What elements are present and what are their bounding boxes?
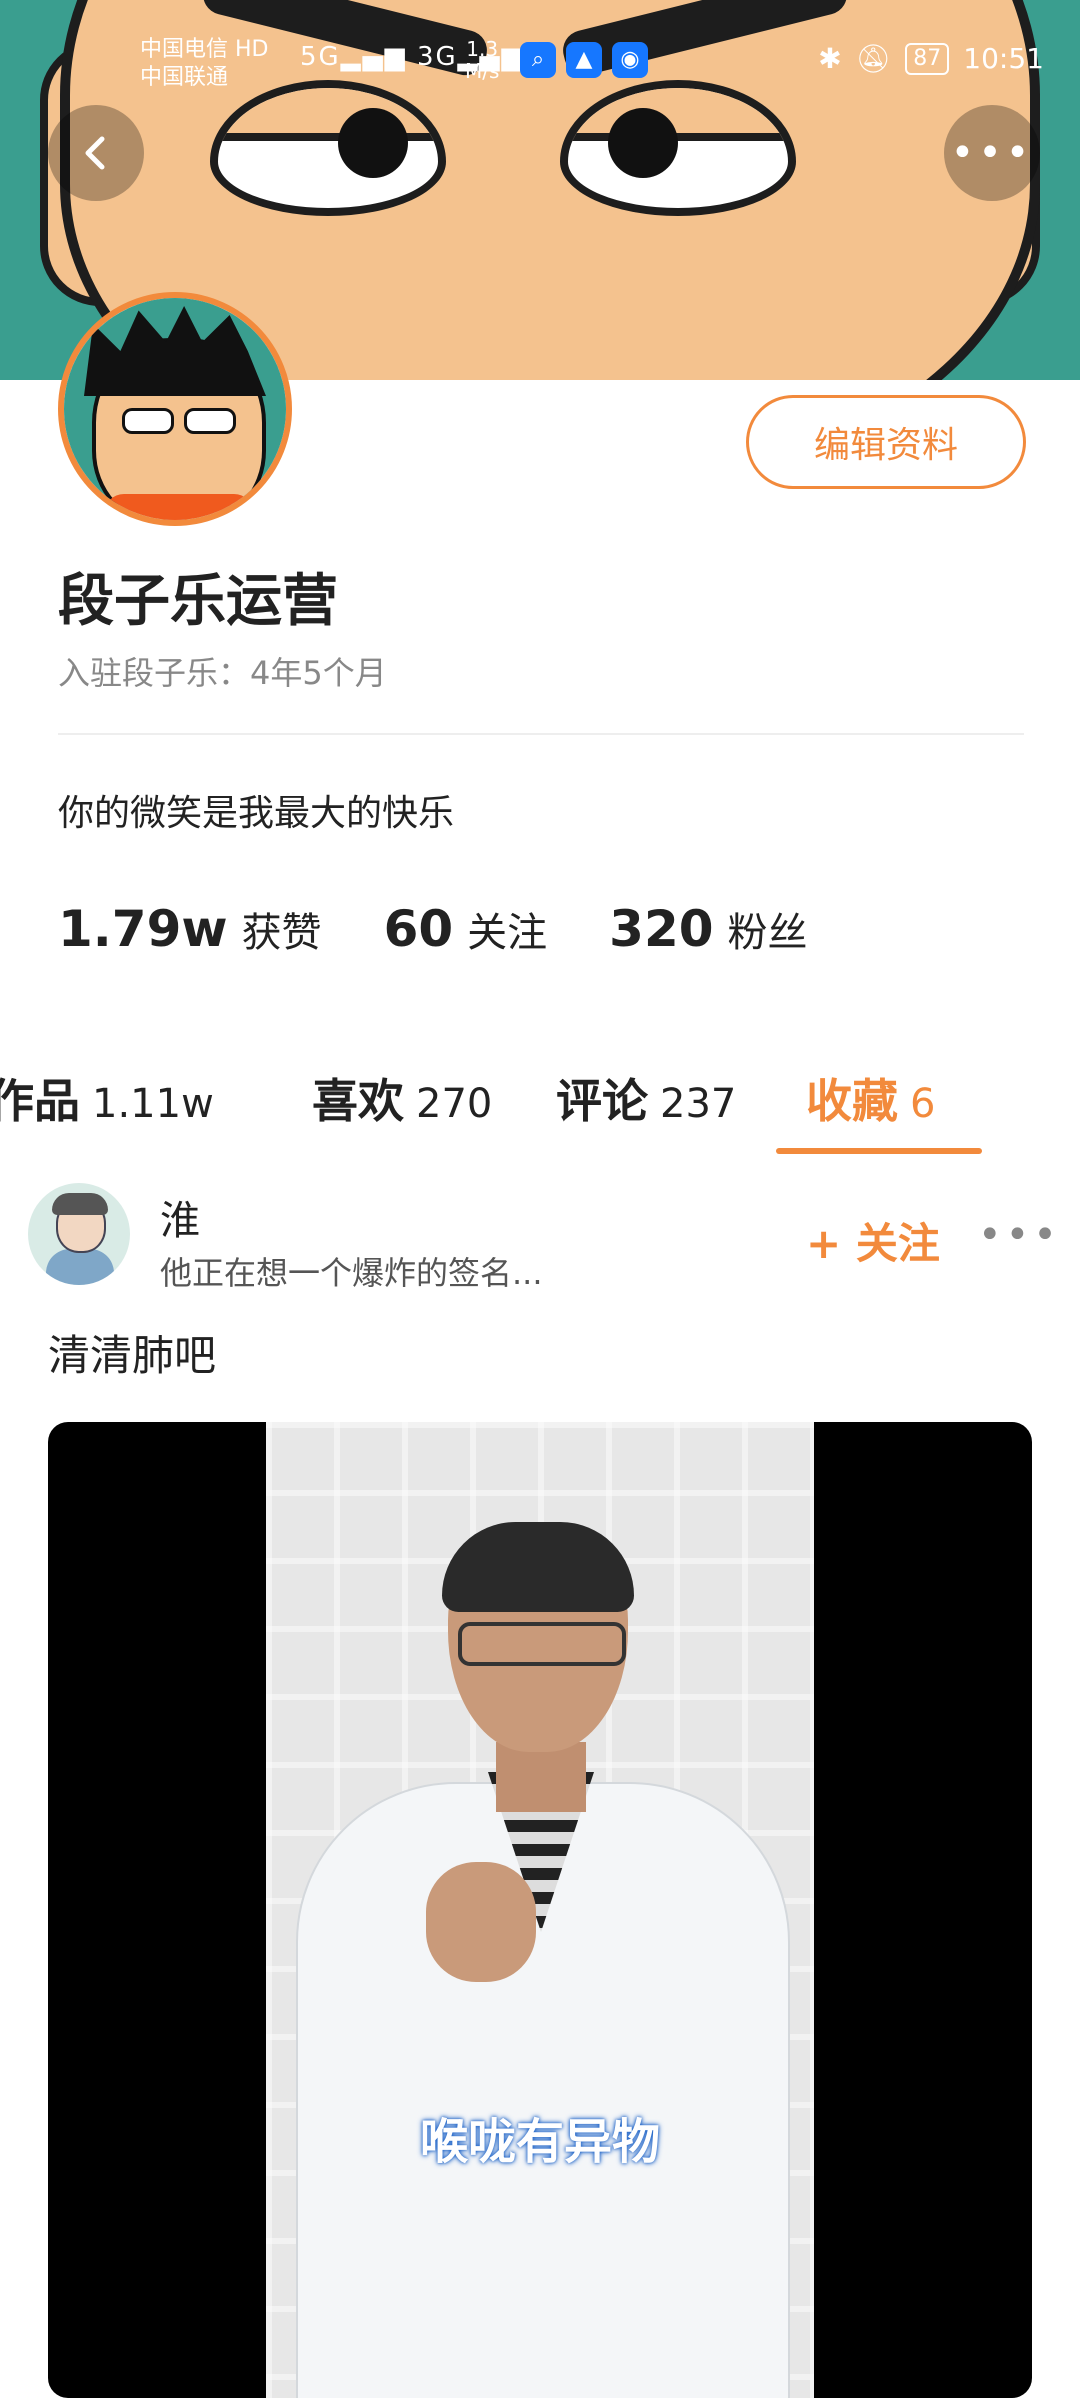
avatar-eye-right [184,408,236,434]
doctor-glasses [458,1622,626,1666]
signal-3g-label: 3G [416,42,458,72]
carrier-2: 中国联通 [140,65,229,90]
more-options-button[interactable]: ••• [944,105,1040,201]
post-author-signature: 他正在想一个爆炸的签名... [160,1254,543,1292]
edit-profile-button[interactable]: 编辑资料 [746,395,1026,489]
divider [58,733,1024,735]
signal-bars-icon: ▂▄▆ [340,42,407,72]
video-frame: 喉咙有异物 [266,1422,814,2398]
mute-bell-icon: 🔕︎ [855,42,892,75]
battery-indicator: 87 [905,42,950,75]
signal-5g-label: 5G [300,42,341,72]
bluetooth-icon: ✱ [818,42,842,75]
post-author-avatar[interactable] [28,1183,130,1285]
profile-avatar[interactable] [58,292,292,526]
net-speed-value: 1.3 [466,37,499,61]
tab-works-count: 1.11w [92,1081,214,1127]
tab-comments[interactable]: 评论 237 [556,1065,736,1131]
stat-fans-count: 320 [609,900,714,958]
profile-joined: 入驻段子乐：4年5个月 [58,654,387,692]
post-more-icon[interactable]: ••• [978,1212,1061,1258]
tab-likes-label: 喜欢 [312,1074,404,1128]
tab-comments-label: 评论 [556,1074,648,1128]
stat-fans-label: 粉丝 [727,910,808,956]
video-subtitle: 喉咙有异物 [419,2114,660,2170]
post-author-name[interactable]: 淮 [160,1188,200,1246]
avatar-eye-left [122,408,174,434]
education-app-icon: ▲ [566,42,602,78]
profile-bio: 你的微笑是我最大的快乐 [58,793,455,834]
stat-following-label: 关注 [467,910,548,956]
stat-following[interactable]: 60 关注 [384,900,548,958]
notification-app-icons: ⌕ ▲ ◉ [520,42,648,78]
chevron-left-icon [85,136,105,170]
stat-following-count: 60 [383,900,454,958]
tab-favorites-label: 收藏 [806,1074,898,1128]
follow-button[interactable]: + 关注 [806,1210,940,1271]
stat-likes[interactable]: 1.79w 获赞 [58,900,322,958]
tab-favorites[interactable]: 收藏 6 [806,1065,935,1131]
carrier-info: 中国电信 HD 中国联通 [140,36,269,92]
post-avatar-hair [52,1193,108,1215]
net-speed-unit: M/s [465,59,500,83]
status-right: ✱ 🔕︎ 87 10:51 [818,42,1044,75]
stat-fans[interactable]: 320 粉丝 [609,900,807,958]
hd-badge: HD [235,37,269,62]
carrier-1: 中国电信 [140,37,229,62]
avatar-shirt [104,494,254,520]
stat-likes-count: 1.79w [58,900,228,958]
status-bar: 中国电信 HD 中国联通 5G▂▄▆ 3G▂▄▆ ◠ 1.3 M/s ⌕ ▲ ◉… [0,32,1080,102]
post-avatar-body [46,1249,114,1285]
post-caption: 清清肺吧 [48,1331,217,1380]
doctor-neck [496,1742,586,1812]
doctor-hand [426,1862,536,1982]
tab-works-label: 作品 [0,1074,80,1128]
search-app-icon: ⌕ [520,42,556,78]
profile-stats: 1.79w 获赞 60 关注 320 粉丝 [58,900,808,958]
profile-tabs: 作品 1.11w 喜欢 270 评论 237 收藏 6 [0,1055,1080,1155]
net-speed: 1.3 M/s [465,38,499,82]
more-dots-icon: ••• [950,130,1034,176]
tab-likes[interactable]: 喜欢 270 [312,1065,492,1131]
tab-favorites-count: 6 [910,1081,936,1127]
tab-comments-count: 237 [660,1081,737,1127]
stat-likes-label: 获赞 [241,910,322,956]
clock: 10:51 [963,42,1044,75]
active-tab-indicator [776,1148,982,1154]
back-button[interactable] [48,105,144,201]
tab-works[interactable]: 作品 1.11w [0,1065,214,1131]
bulb-app-icon: ◉ [612,42,648,78]
post-video[interactable]: 喉咙有异物 [48,1422,1032,2398]
profile-name: 段子乐运营 [58,569,338,634]
tab-likes-count: 270 [416,1081,493,1127]
